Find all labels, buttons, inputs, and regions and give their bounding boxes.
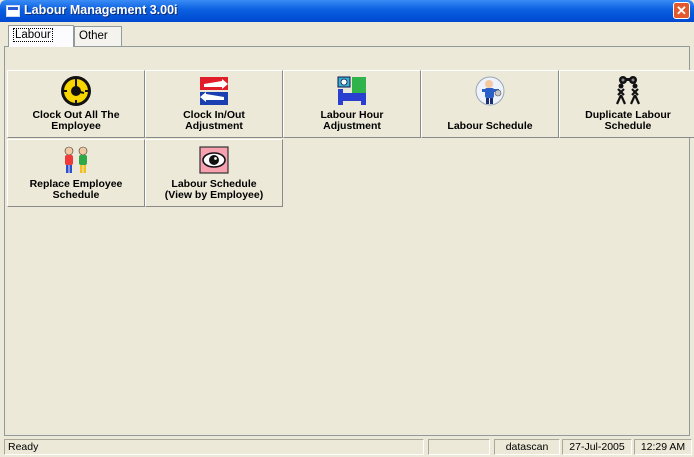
status-date: 27-Jul-2005 [562, 439, 632, 455]
tile-label-line2: Schedule [604, 120, 652, 132]
tile-label-line2: (View by Employee) [164, 189, 264, 201]
tile-label-line2: Schedule [52, 189, 100, 201]
replace-employee-schedule-button[interactable]: Replace Employee Schedule [7, 139, 145, 207]
binoculars-people-icon [615, 76, 641, 105]
eye-icon [199, 146, 229, 174]
flag-arrows-icon [200, 77, 228, 105]
tile-label: Clock In/Out Adjustment [148, 110, 280, 132]
clock-icon [61, 76, 91, 106]
tab-labour-label: Labour [13, 28, 53, 42]
labour-schedule-view-by-employee-button[interactable]: Labour Schedule (View by Employee) [145, 139, 283, 207]
close-button[interactable]: ✕ [673, 2, 690, 19]
tile-label-line2: Adjustment [323, 120, 381, 132]
tab-other-label: Other [79, 30, 108, 42]
tile-label-line2: Employee [51, 120, 101, 132]
time-bed-icon [337, 76, 366, 105]
two-people-icon [64, 146, 88, 173]
status-bar: Ready datascan 27-Jul-2005 12:29 AM [0, 437, 694, 457]
labour-panel: Clock Out All The Employee Clock In/Out … [4, 46, 694, 436]
labour-schedule-button[interactable]: Labour Schedule [421, 70, 559, 138]
tab-labour[interactable]: Labour [8, 25, 74, 47]
title-bar[interactable]: Labour Management 3.00i ✕ [0, 0, 694, 22]
status-text: Ready [4, 439, 424, 455]
tile-label-line1: Labour Schedule [447, 120, 533, 132]
status-pane-empty [428, 439, 490, 455]
labour-hour-adjustment-button[interactable]: Labour Hour Adjustment [283, 70, 421, 138]
clock-in-out-adjustment-button[interactable]: Clock In/Out Adjustment [145, 70, 283, 138]
tile-label: Clock Out All The Employee [10, 110, 142, 132]
status-user: datascan [494, 439, 560, 455]
tab-other[interactable]: Other [74, 26, 122, 46]
tile-label: Duplicate Labour Schedule [562, 110, 694, 132]
tile-label: Labour Schedule (View by Employee) [148, 179, 280, 201]
status-time: 12:29 AM [634, 439, 692, 455]
app-window: Labour Management 3.00i ✕ Labour Other C… [0, 0, 694, 457]
tile-label: Labour Schedule [424, 121, 556, 132]
app-icon[interactable] [6, 5, 20, 17]
tile-label: Labour Hour Adjustment [286, 110, 418, 132]
worker-icon [475, 76, 505, 106]
tile-label-line2: Adjustment [185, 120, 243, 132]
tile-label: Replace Employee Schedule [10, 179, 142, 201]
duplicate-labour-schedule-button[interactable]: Duplicate Labour Schedule [559, 70, 694, 138]
clock-out-all-button[interactable]: Clock Out All The Employee [7, 70, 145, 138]
window-title: Labour Management 3.00i [24, 3, 178, 17]
